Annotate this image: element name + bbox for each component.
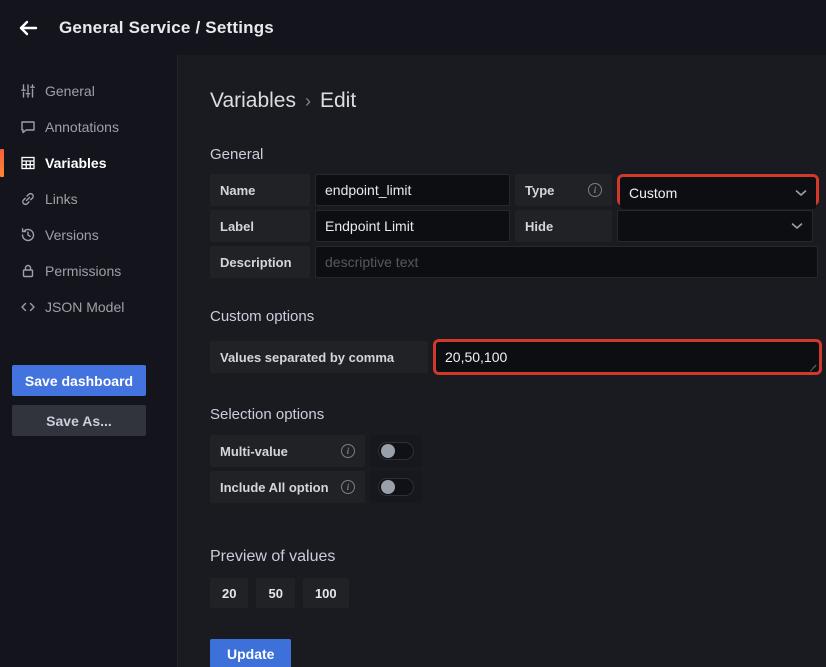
preview-value-chip: 20 [210, 578, 248, 608]
sliders-icon [20, 83, 36, 99]
selection-options-heading: Selection options [210, 406, 826, 423]
breadcrumb: Variables › Edit [210, 89, 826, 113]
type-field-label: Type i [515, 174, 612, 206]
sidebar-item-json-model[interactable]: JSON Model [0, 289, 177, 325]
values-field-label: Values separated by comma [210, 341, 428, 373]
sidebar-item-label: Variables [45, 155, 107, 171]
description-input[interactable] [315, 246, 818, 278]
info-icon[interactable]: i [588, 183, 602, 197]
breadcrumb-page: Edit [320, 89, 356, 113]
name-field-label: Name [210, 174, 310, 206]
breadcrumb-separator: › [305, 91, 311, 112]
link-icon [20, 191, 36, 207]
page-title: General Service / Settings [59, 18, 274, 38]
history-icon [20, 227, 36, 243]
multi-value-label: Multi-value i [210, 435, 365, 467]
update-button[interactable]: Update [210, 639, 291, 667]
custom-options-heading: Custom options [210, 308, 826, 325]
preview-value-chip: 50 [256, 578, 294, 608]
multi-value-toggle[interactable] [370, 435, 422, 467]
sidebar-item-label: Annotations [45, 119, 119, 135]
sidebar-item-label: JSON Model [45, 299, 124, 315]
chevron-down-icon [791, 222, 803, 230]
sidebar-item-label: Versions [45, 227, 99, 243]
comment-icon [20, 119, 36, 135]
save-as-button[interactable]: Save As... [12, 405, 146, 436]
sidebar-item-label: Permissions [45, 263, 121, 279]
description-field-label: Description [210, 246, 310, 278]
top-header: General Service / Settings [0, 0, 826, 55]
sidebar-item-general[interactable]: General [0, 73, 177, 109]
values-textarea[interactable]: 20,50,100 [436, 342, 819, 372]
label-input[interactable] [315, 210, 510, 242]
highlight-ring-values: 20,50,100 [433, 339, 822, 375]
sidebar-item-versions[interactable]: Versions [0, 217, 177, 253]
arrow-left-icon [17, 17, 39, 39]
sidebar-item-label: General [45, 83, 95, 99]
sidebar-item-label: Links [45, 191, 78, 207]
include-all-label: Include All option i [210, 471, 365, 503]
chevron-down-icon [795, 189, 807, 197]
preview-value-chip: 100 [303, 578, 349, 608]
code-icon [20, 299, 36, 315]
info-icon[interactable]: i [341, 444, 355, 458]
settings-sidebar: General Annotations Variables [0, 55, 178, 667]
switch-off [378, 478, 414, 496]
lock-icon [20, 263, 36, 279]
general-section-heading: General [210, 146, 826, 163]
preview-heading: Preview of values [210, 548, 826, 566]
preview-values: 20 50 100 [210, 578, 826, 608]
active-indicator [0, 149, 4, 177]
hide-select[interactable] [617, 210, 813, 242]
variables-edit-panel: Variables › Edit General Name Type i Cus… [179, 55, 826, 667]
resize-handle[interactable] [809, 362, 817, 370]
highlight-ring-type: Custom [617, 174, 819, 206]
label-field-label: Label [210, 210, 310, 242]
sidebar-item-links[interactable]: Links [0, 181, 177, 217]
sidebar-item-annotations[interactable]: Annotations [0, 109, 177, 145]
include-all-toggle[interactable] [370, 471, 422, 503]
table-icon [20, 155, 36, 171]
sidebar-item-variables[interactable]: Variables [0, 145, 177, 181]
name-input[interactable] [315, 174, 510, 206]
sidebar-item-permissions[interactable]: Permissions [0, 253, 177, 289]
breadcrumb-section[interactable]: Variables [210, 89, 296, 113]
type-select[interactable]: Custom [620, 177, 816, 209]
info-icon[interactable]: i [341, 480, 355, 494]
back-button[interactable] [10, 10, 46, 46]
switch-off [378, 442, 414, 460]
hide-field-label: Hide [515, 210, 612, 242]
save-dashboard-button[interactable]: Save dashboard [12, 365, 146, 396]
